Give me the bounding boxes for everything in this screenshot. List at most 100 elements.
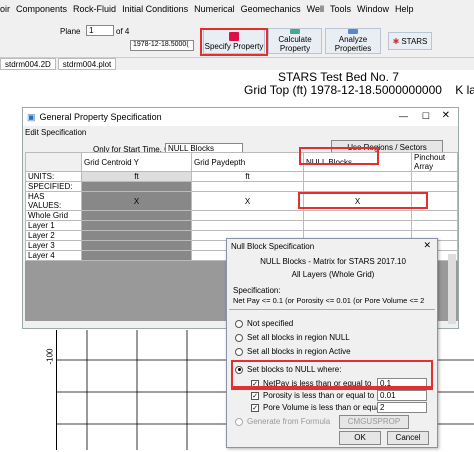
plot-title: STARS Test Bed No. 7 xyxy=(278,70,399,84)
cell-units-paydepth: ft xyxy=(191,171,304,182)
porosity-label: Porosity is less than or equal to xyxy=(263,391,375,400)
option-not-specified-label: Not specified xyxy=(247,319,294,328)
option-formula-label: Generate from Formula xyxy=(247,417,331,426)
plane-count: of 4 xyxy=(116,27,130,36)
divider xyxy=(229,309,435,310)
option-region-null-label: Set all blocks in region NULL xyxy=(247,333,350,342)
row-label-has-values: HAS VALUES: xyxy=(25,191,82,211)
cell-units-pinchout xyxy=(411,171,458,182)
null-block-dialog: Null Block Specification ✕ NULL Blocks -… xyxy=(226,238,438,448)
edit-specification-menu[interactable]: Edit Specification xyxy=(25,128,86,137)
analyze-properties-label: Analyze Properties xyxy=(334,35,372,53)
menu-item-well[interactable]: Well xyxy=(307,4,324,14)
netpay-input[interactable]: 0.1 xyxy=(377,378,427,389)
cell-has-values-centroid: X xyxy=(81,191,192,211)
plot-subtitle-main: Grid Top (ft) 1978-12-18.5000000000 xyxy=(244,83,442,97)
cell-whole-grid-null[interactable] xyxy=(303,210,412,221)
calculate-property-label: Calculate Property xyxy=(278,35,312,53)
plane-input[interactable]: 1 xyxy=(86,25,114,36)
pore-volume-label: Pore Volume is less than or equal to xyxy=(263,403,392,412)
porosity-input[interactable]: 0.01 xyxy=(377,390,427,401)
specify-property-icon xyxy=(229,31,239,41)
menu-item-numerical[interactable]: Numerical xyxy=(194,4,235,14)
cell-units-null xyxy=(303,171,412,182)
menu-item-window[interactable]: Window xyxy=(357,4,389,14)
option-null-where-label: Set blocks to NULL where: xyxy=(247,365,342,374)
pore-volume-input[interactable]: 2 xyxy=(377,402,427,413)
window-title-bar: ▣ General Property Specification — ☐ ✕ xyxy=(23,108,458,126)
column-header-grid-centroid-y[interactable]: Grid Centroid Y xyxy=(81,152,192,172)
menu-item-initial-conditions[interactable]: Initial Conditions xyxy=(122,4,188,14)
option-region-active[interactable]: Set all blocks in region Active xyxy=(235,347,351,356)
stars-icon: ✱ xyxy=(392,36,400,46)
date-select[interactable]: 1978-12-18.5000( xyxy=(130,40,194,51)
condition-netpay[interactable]: ✓ NetPay is less than or equal to xyxy=(251,379,372,388)
radio-not-specified[interactable] xyxy=(235,319,243,328)
window-title: General Property Specification xyxy=(39,112,162,122)
netpay-label: NetPay is less than or equal to xyxy=(263,379,372,388)
menu-item-rock-fluid[interactable]: Rock-Fluid xyxy=(73,4,116,14)
column-header-null-blocks[interactable]: NULL Blocks xyxy=(303,152,412,172)
stars-label: STARS xyxy=(401,36,428,46)
axis-tick-label: -100 xyxy=(45,348,55,365)
tab-stdrm004-2d[interactable]: stdrm004.2D xyxy=(0,58,56,70)
option-formula[interactable]: Generate from Formula xyxy=(235,417,330,426)
tab-stdrm004-plot[interactable]: stdrm004.plot xyxy=(57,58,117,70)
column-header-pinchout-array[interactable]: Pinchout Array xyxy=(411,152,458,172)
document-tabs: stdrm004.2D stdrm004.plot xyxy=(0,58,474,70)
stars-button[interactable]: ✱ STARS xyxy=(388,32,432,50)
radio-region-null[interactable] xyxy=(235,333,243,342)
dialog-title: Null Block Specification xyxy=(231,241,315,251)
close-icon[interactable]: ✕ xyxy=(442,110,450,121)
menu-item-reservoir[interactable]: oir xyxy=(0,4,10,14)
plot-subtitle: Grid Top (ft) 1978-12-18.5000000000 K la… xyxy=(244,83,474,97)
app-icon: ▣ xyxy=(27,111,36,122)
menu-item-tools[interactable]: Tools xyxy=(330,4,351,14)
menu-item-help[interactable]: Help xyxy=(395,4,414,14)
row-label-units: UNITS: xyxy=(25,171,82,182)
option-null-where[interactable]: Set blocks to NULL where: xyxy=(235,365,341,374)
ok-button[interactable]: OK xyxy=(339,431,381,445)
option-region-active-label: Set all blocks in region Active xyxy=(247,347,351,356)
plot-subtitle-layer: K layer xyxy=(455,83,474,97)
condition-pore-volume[interactable]: ✓ Pore Volume is less than or equal to xyxy=(251,403,391,412)
row-label-layer-2: Layer 2 xyxy=(25,230,82,241)
radio-region-active[interactable] xyxy=(235,347,243,356)
cmgusprop-button[interactable]: CMGUSPROP xyxy=(339,415,409,429)
dialog-header-line1: NULL Blocks - Matrix for STARS 2017.10 xyxy=(260,257,406,266)
row-label-layer-1: Layer 1 xyxy=(25,220,82,231)
vertical-scrollbar[interactable] xyxy=(448,254,456,324)
menu-item-components[interactable]: Components xyxy=(16,4,67,14)
specification-label: Specification: xyxy=(233,286,281,295)
calculate-property-icon xyxy=(290,29,300,34)
analyze-properties-icon xyxy=(348,29,358,34)
maximize-icon[interactable]: ☐ xyxy=(422,111,430,122)
porosity-checkbox[interactable]: ✓ xyxy=(251,391,259,400)
menu-item-geomechanics[interactable]: Geomechanics xyxy=(241,4,301,14)
analyze-properties-button[interactable]: Analyze Properties xyxy=(325,28,381,54)
cell-units-centroid: ft xyxy=(81,171,192,182)
toolbar: Plane 1 of 4 1978-12-18.5000( Specify Pr… xyxy=(0,18,474,58)
specification-summary: Net Pay <= 0.1 (or Porosity <= 0.01 (or … xyxy=(233,296,425,305)
plane-label: Plane xyxy=(60,27,81,36)
row-label-whole-grid: Whole Grid xyxy=(25,210,82,221)
dialog-header-line2: All Layers (Whole Grid) xyxy=(291,270,375,279)
cancel-button[interactable]: Cancel xyxy=(387,431,429,445)
dialog-close-icon[interactable]: ✕ xyxy=(423,240,431,251)
pore-volume-checkbox[interactable]: ✓ xyxy=(251,403,259,412)
option-not-specified[interactable]: Not specified xyxy=(235,319,293,328)
radio-formula[interactable] xyxy=(235,417,243,426)
cell-has-values-pinchout xyxy=(411,191,458,211)
dialog-title-bar: Null Block Specification ✕ xyxy=(227,239,437,253)
minimize-icon[interactable]: — xyxy=(399,111,408,121)
calculate-property-button[interactable]: Calculate Property xyxy=(268,28,322,54)
condition-porosity[interactable]: ✓ Porosity is less than or equal to xyxy=(251,391,374,400)
column-header-grid-paydepth[interactable]: Grid Paydepth xyxy=(191,152,304,172)
netpay-checkbox[interactable]: ✓ xyxy=(251,379,259,388)
row-label-specified: SPECIFIED: xyxy=(25,181,82,192)
specify-property-button[interactable]: Specify Property xyxy=(203,28,265,54)
radio-null-where[interactable] xyxy=(235,365,243,374)
cell-has-values-null: X xyxy=(303,191,412,211)
row-label-layer-3: Layer 3 xyxy=(25,240,82,251)
option-region-null[interactable]: Set all blocks in region NULL xyxy=(235,333,350,342)
